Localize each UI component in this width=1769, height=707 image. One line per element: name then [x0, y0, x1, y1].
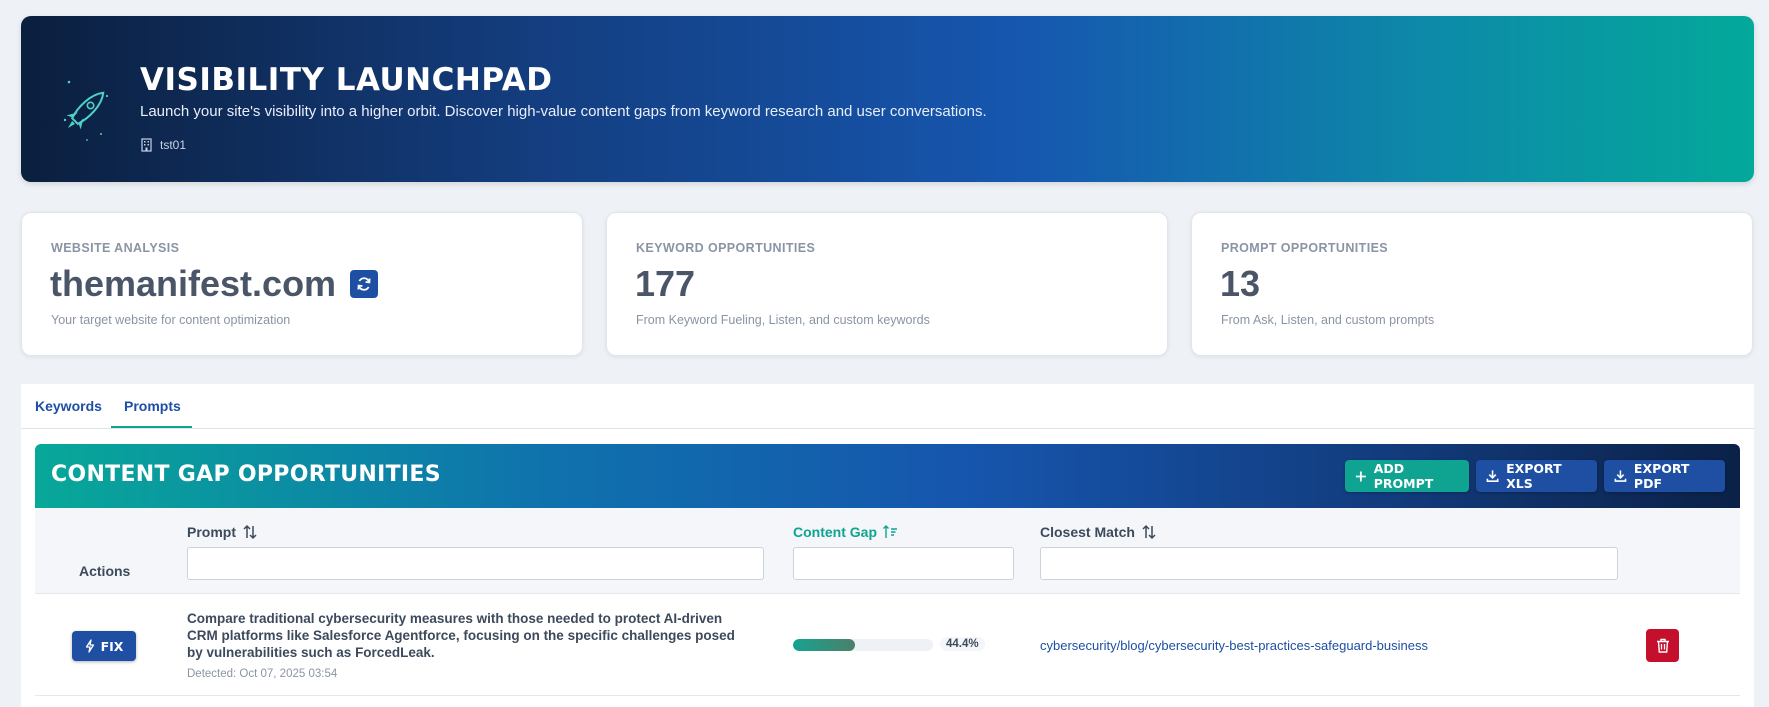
- column-label: Content Gap: [793, 524, 877, 540]
- prompt-filter-input[interactable]: [187, 547, 764, 580]
- card-value: 13: [1220, 263, 1261, 304]
- card-value: themanifest.com: [50, 263, 379, 305]
- website-analysis-card: WEBSITE ANALYSIS themanifest.com Your ta…: [21, 212, 583, 356]
- organization-label: tst01: [141, 138, 186, 152]
- card-value: 177: [635, 263, 696, 304]
- content-gap-percent: 44.4%: [940, 637, 985, 651]
- content-gap-filter-input[interactable]: [793, 547, 1014, 580]
- export-xls-label: EXPORT XLS: [1506, 461, 1562, 491]
- add-prompt-button[interactable]: ADD PROMPT: [1345, 460, 1469, 492]
- export-pdf-label: EXPORT PDF: [1633, 461, 1690, 491]
- page-title: VISIBILITY LAUNCHPAD: [140, 62, 553, 98]
- detected-timestamp: Detected: Oct 07, 2025 03:54: [187, 668, 338, 680]
- sort-icon: [1142, 524, 1156, 540]
- column-header-closest-match[interactable]: Closest Match: [1040, 524, 1157, 540]
- refresh-icon: [357, 277, 371, 291]
- content-gap-bar-fill: [793, 639, 856, 651]
- download-icon: [1486, 470, 1499, 482]
- fix-button[interactable]: FIX: [72, 631, 136, 661]
- rocket-icon: [63, 80, 109, 141]
- closest-match-filter-input[interactable]: [1040, 547, 1618, 580]
- tab-keywords[interactable]: Keywords: [35, 398, 102, 414]
- table-header: Actions Prompt Content Gap Closest Match: [35, 508, 1740, 594]
- hero-banner: VISIBILITY LAUNCHPAD Launch your site's …: [21, 16, 1754, 182]
- closest-match-link[interactable]: cybersecurity/blog/cybersecurity-best-pr…: [1040, 638, 1428, 653]
- card-label: PROMPT OPPORTUNITIES: [1221, 241, 1389, 255]
- building-icon: [141, 138, 152, 152]
- sort-icon: [243, 524, 257, 540]
- card-description: Your target website for content optimiza…: [51, 313, 291, 327]
- card-description: From Keyword Fueling, Listen, and custom…: [636, 313, 930, 327]
- table-row: FIX Compare traditional cybersecurity me…: [35, 594, 1740, 696]
- organization-name: tst01: [160, 138, 187, 152]
- keyword-opportunities-card: KEYWORD OPPORTUNITIES 177 From Keyword F…: [606, 212, 1168, 356]
- export-pdf-button[interactable]: EXPORT PDF: [1604, 460, 1725, 492]
- export-xls-button[interactable]: EXPORT XLS: [1476, 460, 1597, 492]
- download-icon: [1614, 470, 1627, 482]
- plus-icon: [1355, 471, 1366, 481]
- prompt-opportunities-card: PROMPT OPPORTUNITIES 13 From Ask, Listen…: [1191, 212, 1753, 356]
- card-description: From Ask, Listen, and custom prompts: [1221, 313, 1435, 327]
- card-label: KEYWORD OPPORTUNITIES: [636, 241, 816, 255]
- sort-ascending-icon: [883, 525, 897, 538]
- page-subtitle: Launch your site's visibility into a hig…: [140, 103, 987, 120]
- prompt-text: Compare traditional cybersecurity measur…: [187, 611, 735, 660]
- delete-button[interactable]: [1646, 629, 1679, 662]
- trash-icon: [1656, 638, 1669, 653]
- column-header-actions: Actions: [79, 563, 131, 579]
- website-domain: themanifest.com: [50, 263, 337, 304]
- refresh-button[interactable]: [350, 270, 379, 298]
- active-tab-indicator: [111, 426, 192, 428]
- card-label: WEBSITE ANALYSIS: [51, 241, 180, 255]
- add-prompt-label: ADD PROMPT: [1373, 461, 1434, 491]
- column-header-content-gap[interactable]: Content Gap: [793, 524, 898, 540]
- column-header-prompt[interactable]: Prompt: [187, 524, 258, 540]
- section-title: CONTENT GAP OPPORTUNITIES: [51, 462, 441, 487]
- bolt-icon: [85, 639, 94, 653]
- column-label: Prompt: [187, 524, 236, 540]
- content-gap-bar: [793, 639, 933, 651]
- content-gap-header: CONTENT GAP OPPORTUNITIES ADD PROMPT EXP…: [35, 444, 1740, 508]
- tab-bar: Keywords Prompts: [21, 384, 1754, 429]
- column-label: Closest Match: [1040, 524, 1135, 540]
- fix-label: FIX: [100, 638, 124, 654]
- tab-prompts[interactable]: Prompts: [124, 398, 181, 414]
